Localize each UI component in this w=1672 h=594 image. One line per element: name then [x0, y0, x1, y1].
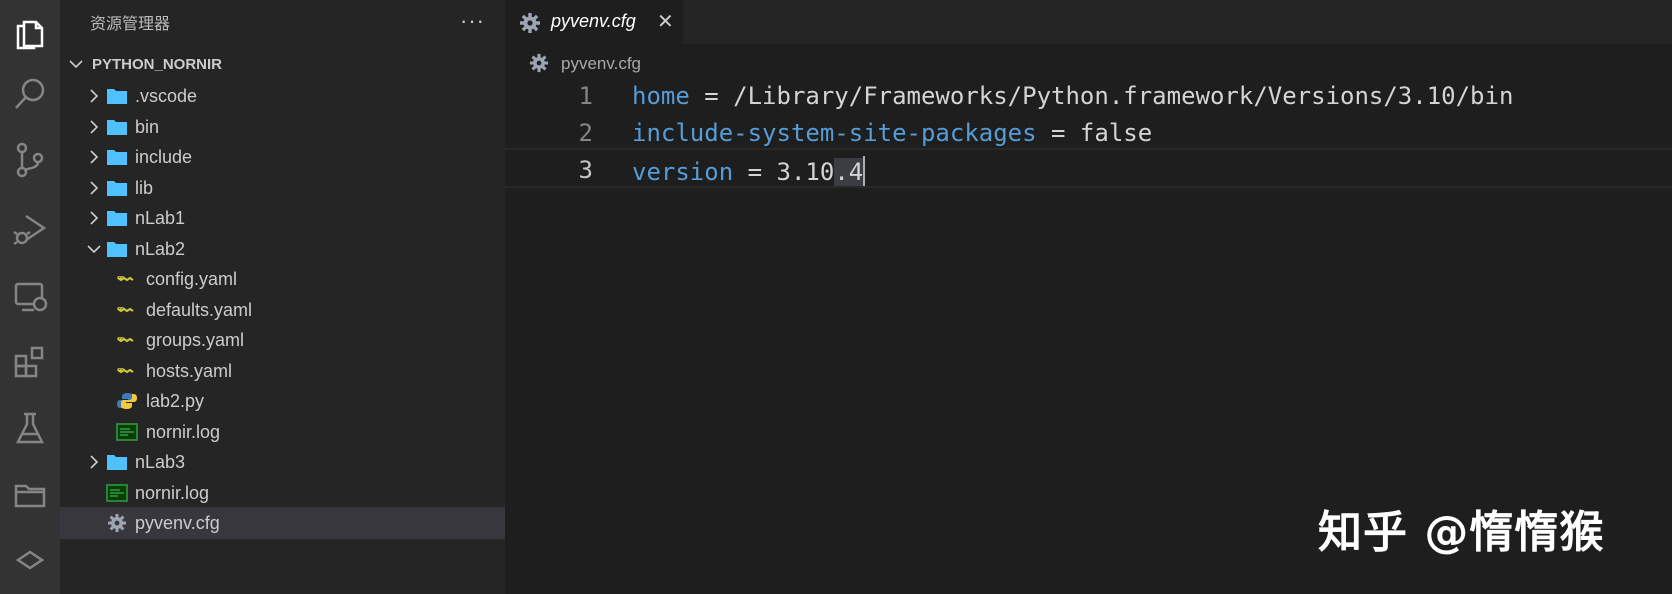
- chevron-down-icon: [69, 60, 83, 69]
- tree-folder-bin[interactable]: bin: [60, 111, 505, 143]
- line-number: 1: [578, 82, 593, 110]
- docker-icon[interactable]: [0, 530, 60, 590]
- chevron-right-icon: [90, 455, 99, 469]
- tree-item-label: nornir.log: [135, 482, 210, 503]
- folder-icon[interactable]: [0, 464, 60, 524]
- tree-folder-nlab1[interactable]: nLab1: [60, 202, 505, 234]
- tree-item-label: lab2.py: [146, 391, 205, 411]
- tree-file[interactable]: lab2.py: [60, 385, 505, 417]
- config-key: version: [632, 158, 734, 186]
- tree-item-label: groups.yaml: [146, 330, 245, 350]
- chevron-right-icon: [90, 119, 99, 134]
- tree-item-label: defaults.yaml: [146, 299, 253, 320]
- tab-pyvenv-cfg[interactable]: pyvenv.cfg ✕: [505, 0, 683, 44]
- folder-icon: [107, 211, 127, 226]
- code-line[interactable]: 1 home = /Library/Frameworks/Python.fram…: [505, 76, 1672, 116]
- tree-item-label: hosts.yaml: [146, 360, 233, 381]
- chevron-right-icon: [90, 180, 99, 195]
- tab-bar: pyvenv.cfg ✕: [505, 0, 1672, 44]
- tree-file[interactable]: ꟹ defaults.yaml: [60, 294, 505, 326]
- chevron-right-icon: [90, 89, 99, 103]
- vscode-window: 资源管理器 ··· PYTHON_NORNIR .vscode bin includ…: [0, 0, 1672, 594]
- tree-folder-include[interactable]: include: [60, 141, 505, 173]
- gear-icon: [108, 514, 126, 532]
- tree-file[interactable]: nornir.log: [60, 477, 505, 509]
- workspace-name: PYTHON_NORNIR: [92, 55, 223, 73]
- explorer-sidebar: 资源管理器 ··· PYTHON_NORNIR .vscode bin includ…: [60, 0, 505, 594]
- activity-bar: [0, 0, 60, 594]
- explorer-title: 资源管理器: [90, 16, 171, 33]
- tree-item-label: lib: [135, 177, 154, 198]
- line-content: version = 3.10.4: [632, 156, 866, 186]
- files-icon[interactable]: [0, 2, 60, 62]
- yaml-file-icon: ꟹ: [117, 334, 134, 347]
- folder-icon: [107, 455, 127, 470]
- tree-item-label: .vscode: [135, 86, 198, 106]
- tree-file[interactable]: ꟹ groups.yaml: [60, 324, 505, 356]
- tree-item-label: nLab3: [135, 452, 186, 472]
- workspace-section-header[interactable]: PYTHON_NORNIR: [60, 48, 505, 80]
- chevron-down-icon: [87, 244, 101, 253]
- config-value: = false: [1036, 119, 1153, 147]
- chevron-right-icon: [90, 211, 99, 225]
- editor-area: pyvenv.cfg ✕ pyvenv.cfg 1 home = /Librar…: [505, 0, 1672, 594]
- tree-item-label: pyvenv.cfg: [135, 513, 220, 533]
- source-control-icon[interactable]: [0, 130, 60, 190]
- yaml-file-icon: ꟹ: [117, 365, 134, 378]
- code-line-current[interactable]: 3 version = 3.10.4: [505, 148, 1672, 188]
- tree-folder-vscode[interactable]: .vscode: [60, 80, 505, 112]
- tree-item-label: bin: [135, 116, 160, 137]
- tree-file[interactable]: pyvenv.cfg: [60, 507, 505, 539]
- config-key: home: [632, 82, 690, 110]
- remote-explorer-icon[interactable]: [0, 266, 60, 326]
- selection-highlight: .4: [834, 158, 864, 186]
- log-file-icon: [116, 422, 138, 441]
- tree-item-label: include: [135, 147, 193, 167]
- tree-folder-lib[interactable]: lib: [60, 172, 505, 204]
- tree-folder-nlab3[interactable]: nLab3: [60, 446, 505, 478]
- config-key: include-system-site-packages: [632, 119, 1037, 147]
- line-number: 2: [578, 119, 593, 147]
- line-content: home = /Library/Frameworks/Python.framew…: [632, 82, 1513, 110]
- breadcrumb-file: pyvenv.cfg: [561, 54, 642, 73]
- tree-file[interactable]: ꟹ config.yaml: [60, 263, 505, 295]
- folder-icon: [107, 180, 127, 196]
- text-cursor: [863, 156, 866, 186]
- tab-label: pyvenv.cfg: [551, 11, 636, 31]
- gear-icon: [520, 13, 540, 33]
- tree-item-label: nLab2: [135, 238, 186, 259]
- extensions-icon[interactable]: [0, 332, 60, 392]
- tree-folder-nlab2[interactable]: nLab2: [60, 233, 505, 265]
- code-line[interactable]: 2 include-system-site-packages = false: [505, 113, 1672, 153]
- tree-file[interactable]: nornir.log: [60, 416, 505, 448]
- chevron-right-icon: [90, 150, 99, 164]
- folder-icon: [107, 89, 127, 104]
- tree-item-label: config.yaml: [146, 269, 238, 289]
- search-icon[interactable]: [0, 64, 60, 124]
- close-tab-button[interactable]: ✕: [657, 9, 674, 34]
- line-number: 3: [578, 156, 593, 184]
- log-file-icon: [106, 483, 128, 502]
- config-value: = /Library/Frameworks/Python.framework/V…: [689, 82, 1514, 110]
- line-content: include-system-site-packages = false: [632, 119, 1152, 147]
- tree-file[interactable]: ꟹ hosts.yaml: [60, 355, 505, 387]
- folder-icon: [107, 241, 127, 257]
- config-value: = 3.10: [733, 158, 835, 186]
- gear-icon: [529, 53, 549, 73]
- tree-item-label: nLab1: [135, 208, 186, 228]
- yaml-file-icon: ꟹ: [117, 304, 134, 317]
- watermark: 知乎 @惰惰猴: [1318, 507, 1605, 558]
- tree-item-label: nornir.log: [146, 421, 221, 442]
- testing-icon[interactable]: [0, 398, 60, 458]
- folder-icon: [107, 150, 127, 165]
- run-debug-icon[interactable]: [0, 198, 60, 258]
- python-file-icon: [117, 393, 137, 409]
- folder-icon: [107, 119, 127, 135]
- more-actions-button[interactable]: ···: [460, 8, 485, 34]
- yaml-file-icon: ꟹ: [117, 273, 134, 286]
